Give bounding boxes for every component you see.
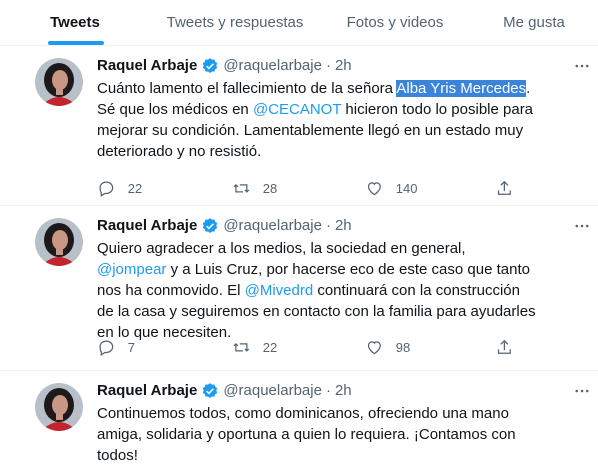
tweet-actions: 7 22 98 [97, 338, 537, 357]
author-name[interactable]: Raquel Arbaje [97, 56, 197, 76]
avatar[interactable] [35, 218, 83, 266]
mention-link[interactable]: @Mivedrd [245, 282, 314, 299]
more-options-icon[interactable] [572, 56, 592, 76]
heart-icon [367, 182, 381, 196]
tweet-time[interactable]: 2h [335, 381, 352, 401]
tab-tweets[interactable]: Tweets [0, 0, 150, 45]
author-handle[interactable]: @raquelarbaje [223, 56, 322, 76]
author-handle[interactable]: @raquelarbaje [223, 216, 322, 236]
reply-icon [99, 340, 114, 356]
reply-icon [99, 181, 114, 197]
more-options-icon[interactable] [572, 216, 592, 236]
author-handle[interactable]: @raquelarbaje [223, 381, 322, 401]
reply-button[interactable]: 7 [97, 338, 232, 357]
heart-icon [367, 341, 381, 355]
tweet-text: Cuánto lamento el fallecimiento de la se… [97, 80, 534, 160]
tweet[interactable]: Raquel Arbaje @raquelarbaje · 2h Cuánto … [0, 46, 598, 206]
tweet-text: Continuemos todos, como dominicanos, ofr… [97, 405, 516, 464]
tab-tweets-and-replies[interactable]: Tweets y respuestas [150, 0, 320, 45]
tweet-text: Quiero agradecer a los medios, la socied… [97, 240, 536, 341]
share-icon [497, 180, 511, 195]
tweet[interactable]: Raquel Arbaje @raquelarbaje · 2h Continu… [0, 371, 598, 464]
retweet-button[interactable]: 22 [232, 338, 365, 357]
tweet-time[interactable]: 2h [335, 216, 352, 236]
separator-dot: · [325, 217, 331, 234]
tweet[interactable]: Raquel Arbaje @raquelarbaje · 2h Quiero … [0, 206, 598, 371]
selected-text[interactable]: Alba Yris Mercedes [396, 80, 527, 97]
tweet-actions: 22 28 140 [97, 179, 537, 198]
reply-button[interactable]: 22 [97, 179, 232, 198]
verified-badge-icon [201, 57, 219, 75]
mention-link[interactable]: @jompear [97, 261, 166, 278]
retweet-button[interactable]: 28 [232, 179, 365, 198]
share-icon [497, 339, 511, 354]
author-name[interactable]: Raquel Arbaje [97, 381, 197, 401]
tab-likes[interactable]: Me gusta [470, 0, 598, 45]
separator-dot: · [325, 382, 331, 399]
verified-badge-icon [201, 382, 219, 400]
like-button[interactable]: 98 [365, 338, 495, 357]
share-button[interactable] [495, 338, 535, 357]
avatar[interactable] [35, 383, 83, 431]
author-name[interactable]: Raquel Arbaje [97, 216, 197, 236]
separator-dot: · [325, 57, 331, 74]
retweet-icon [233, 342, 250, 352]
tab-photos-and-videos[interactable]: Fotos y videos [320, 0, 470, 45]
retweet-icon [233, 183, 250, 193]
tweet-time[interactable]: 2h [335, 56, 352, 76]
mention-link[interactable]: @CECANOT [253, 101, 341, 118]
avatar[interactable] [35, 58, 83, 106]
verified-badge-icon [201, 217, 219, 235]
share-button[interactable] [495, 179, 535, 198]
like-button[interactable]: 140 [365, 179, 495, 198]
more-options-icon[interactable] [572, 381, 592, 401]
profile-tabs: Tweets Tweets y respuestas Fotos y video… [0, 0, 598, 46]
